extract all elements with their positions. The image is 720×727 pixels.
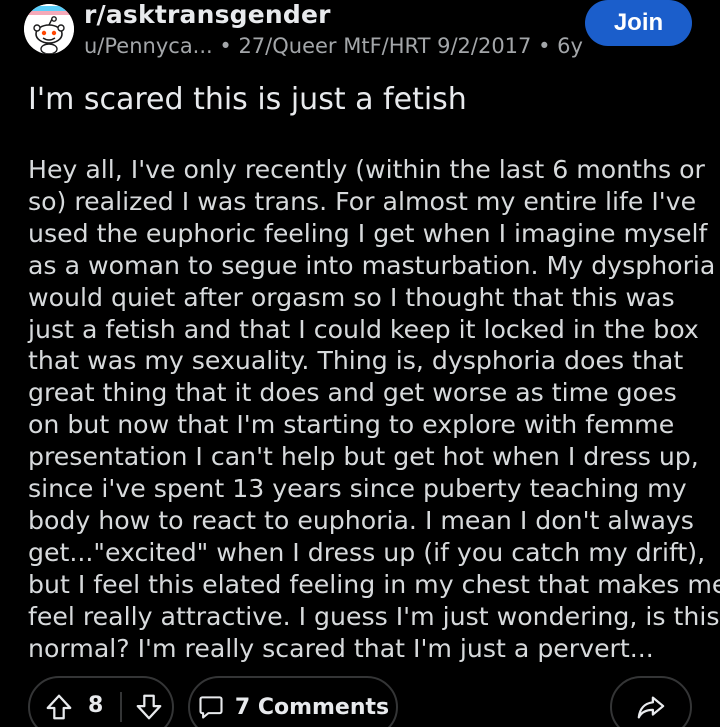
post-body-line: great thing that it does and get worse a… <box>28 378 677 408</box>
join-button[interactable]: Join <box>585 0 692 46</box>
comments-label: 7 Comments <box>234 694 390 720</box>
post-page: r/asktransgender u/Pennyca... • 27/Queer… <box>0 0 720 727</box>
post-body-line: feel really attractive. I guess I'm just… <box>28 601 720 631</box>
post-body-line: used the euphoric feeling I get when I i… <box>28 218 708 248</box>
post-body-line: on but now that I'm starting to explore … <box>28 410 675 440</box>
snoo-avatar-icon <box>24 4 74 54</box>
share-button[interactable] <box>610 676 692 727</box>
post-body-line: but I feel this elated feeling in my che… <box>28 569 720 599</box>
post-header: r/asktransgender u/Pennyca... • 27/Queer… <box>0 0 720 70</box>
post-title: I'm scared this is just a fetish <box>28 82 467 117</box>
post-body-line: would quiet after orgasm so I thought th… <box>28 282 675 312</box>
post-body-line: since i've spent 13 years since puberty … <box>28 474 687 504</box>
share-arrow-icon <box>636 692 666 722</box>
subreddit-avatar[interactable] <box>24 4 74 54</box>
vote-control: 8 <box>28 676 174 727</box>
upvote-icon[interactable] <box>44 692 74 722</box>
post-body-line: so) realized I was trans. For almost my … <box>28 186 697 216</box>
post-body-line: presentation I can't help but get hot wh… <box>28 442 699 472</box>
downvote-icon[interactable] <box>134 692 164 722</box>
comment-bubble-icon <box>197 693 225 721</box>
post-body-line: normal? I'm really scared that I'm just … <box>28 633 654 663</box>
vote-divider <box>120 692 122 722</box>
post-body-line: just a fetish and that I could keep it l… <box>28 314 699 344</box>
post-body-line: body how to react to euphoria. I mean I … <box>28 505 694 535</box>
post-meta: u/Pennyca... • 27/Queer MtF/HRT 9/2/2017… <box>84 34 583 58</box>
post-body-line: get..."excited" when I dress up (if you … <box>28 537 706 567</box>
post-body-line: Hey all, I've only recently (within the … <box>28 155 705 184</box>
post-body: Hey all, I've only recently (within the … <box>28 154 720 665</box>
comments-button[interactable]: 7 Comments <box>188 676 398 727</box>
subreddit-name[interactable]: r/asktransgender <box>84 0 331 29</box>
post-body-line: as a woman to segue into masturbation. M… <box>28 250 716 280</box>
post-body-line: that was my sexuality. Thing is, dysphor… <box>28 346 684 376</box>
vote-score: 8 <box>88 693 104 718</box>
